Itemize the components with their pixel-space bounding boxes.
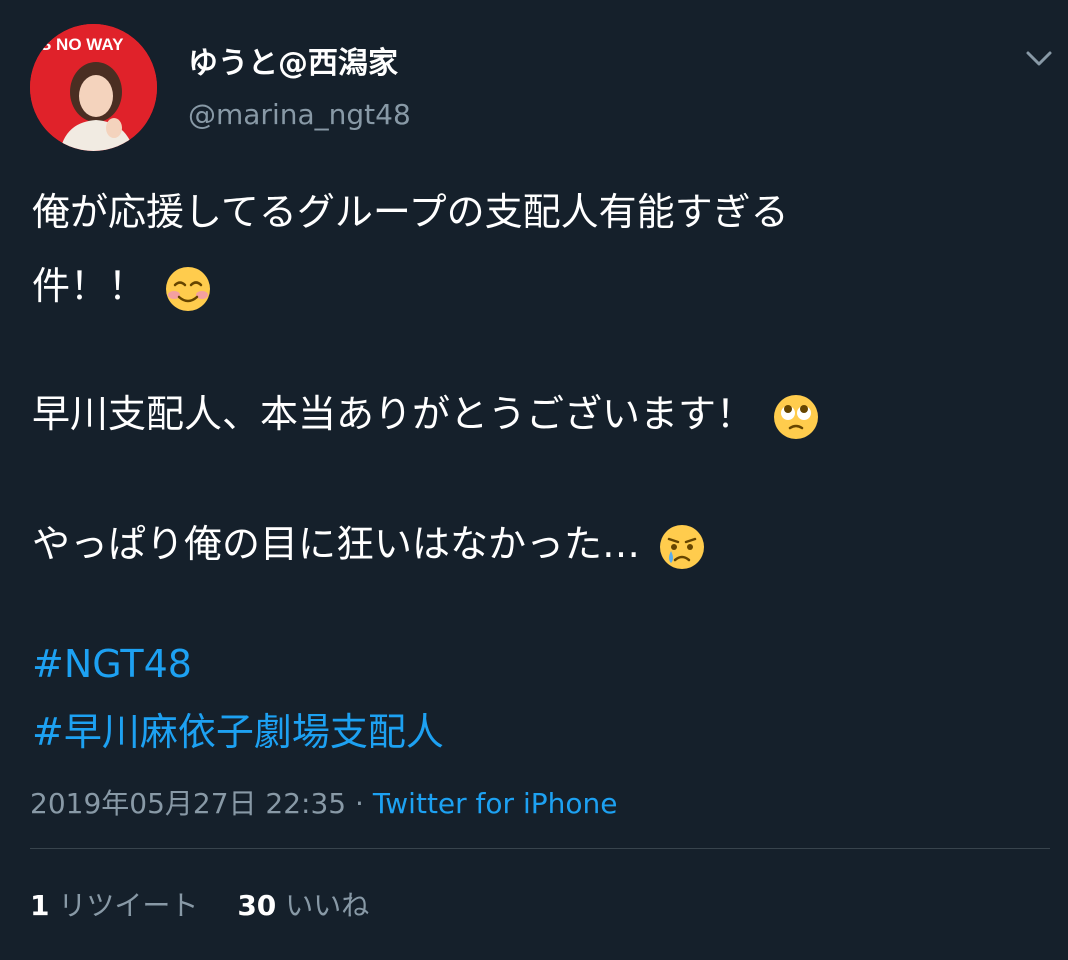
avatar[interactable]: S NO WAY: [30, 24, 157, 151]
tweet-text: 早川支配人、本当ありがとうございます！: [32, 392, 755, 436]
tweet-text: 件！！: [32, 264, 147, 308]
display-name[interactable]: ゆうと@西潟家: [188, 38, 398, 82]
retweet-label: リツイート: [58, 889, 199, 922]
avatar-image: S NO WAY: [30, 24, 157, 151]
pleading-face-icon: [774, 394, 819, 439]
timestamp[interactable]: 2019年05月27日 22:35: [30, 787, 346, 820]
tweet-text-line: 件！！: [32, 262, 212, 313]
user-handle[interactable]: @marina_ngt48: [188, 98, 411, 131]
tweet-stats: 1 リツイート 30 いいね: [30, 884, 399, 924]
crying-face-icon: [660, 524, 705, 569]
tweet-text-line: 早川支配人、本当ありがとうございます！: [32, 390, 820, 441]
chevron-down-icon[interactable]: [1024, 46, 1054, 70]
tweet-text-line: 俺が応援してるグループの支配人有能すぎる: [32, 188, 789, 236]
tweet-meta: 2019年05月27日 22:35 · Twitter for iPhone: [30, 782, 617, 822]
retweet-count: 1: [30, 889, 50, 922]
like-label: いいね: [285, 889, 370, 922]
source-link[interactable]: Twitter for iPhone: [373, 787, 618, 820]
tweet-text-line: やっぱり俺の目に狂いはなかった…: [32, 520, 706, 571]
retweet-stat[interactable]: 1 リツイート: [30, 884, 198, 924]
meta-separator: ·: [346, 787, 373, 820]
avatar-banner-text: S NO WAY: [40, 35, 124, 54]
divider: [30, 848, 1050, 849]
like-stat[interactable]: 30 いいね: [237, 884, 369, 924]
tweet-text: 俺が応援してるグループの支配人有能すぎる: [32, 190, 789, 234]
like-count: 30: [237, 889, 277, 922]
hashtag-link[interactable]: #早川麻依子劇場支配人: [32, 708, 444, 756]
tweet-text: やっぱり俺の目に狂いはなかった…: [32, 522, 641, 566]
smiling-face-icon: [166, 266, 211, 311]
hashtag-link[interactable]: #NGT48: [32, 640, 192, 688]
